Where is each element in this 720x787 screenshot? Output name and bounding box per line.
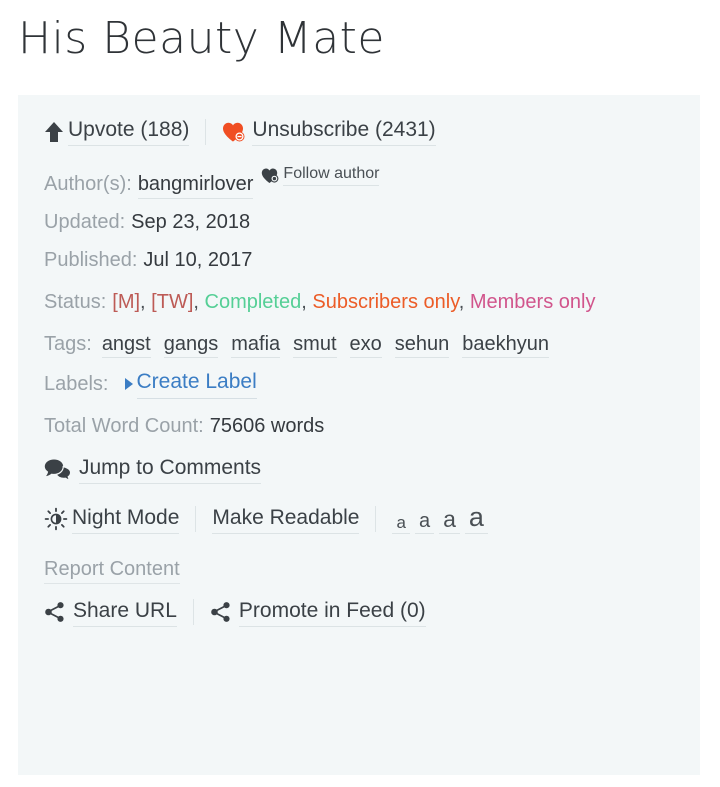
status-separator: ,	[140, 291, 152, 313]
promote-in-feed-label: Promote in Feed (0)	[238, 598, 426, 627]
published-value: Jul 10, 2017	[143, 249, 253, 271]
story-info-panel: Upvote (188) Unsubscribe (2431) Author(s…	[18, 95, 700, 775]
top-actions-bar: Upvote (188) Unsubscribe (2431)	[44, 117, 676, 147]
tag-item[interactable]: gangs	[163, 333, 219, 358]
triangle-right-icon	[124, 378, 133, 390]
tags-label: Tags:	[44, 333, 92, 355]
brightness-sun-icon	[44, 507, 68, 531]
upvote-label: Upvote (188)	[68, 118, 190, 146]
create-label-text: Create Label	[136, 369, 257, 399]
word-count-value: 75606 words	[209, 415, 325, 437]
author-label: Author(s):	[44, 173, 132, 195]
upvote-button[interactable]: Upvote (188)	[44, 118, 190, 146]
reading-divider-2	[375, 506, 377, 532]
status-item[interactable]: [TW]	[151, 291, 193, 313]
tag-item[interactable]: mafia	[231, 333, 281, 358]
published-row: Published: Jul 10, 2017	[44, 245, 676, 275]
reading-divider-1	[195, 506, 197, 532]
tag-item[interactable]: angst	[101, 333, 151, 358]
heart-badge-icon	[261, 167, 280, 184]
share-nodes-icon	[44, 601, 66, 623]
make-readable-button[interactable]: Make Readable	[212, 505, 360, 534]
updated-value: Sep 23, 2018	[131, 211, 251, 233]
author-row: Author(s): bangmirlover Follow author	[44, 165, 676, 199]
tag-item[interactable]: exo	[349, 333, 382, 358]
labels-label: Labels:	[44, 373, 109, 395]
status-item[interactable]: [M]	[112, 291, 140, 313]
status-item[interactable]: Subscribers only	[312, 291, 458, 313]
status-separator: ,	[458, 291, 470, 313]
promote-in-feed-button[interactable]: Promote in Feed (0)	[210, 598, 426, 627]
action-divider	[205, 119, 207, 145]
unsubscribe-label: Unsubscribe (2431)	[252, 118, 436, 146]
share-nodes-icon	[210, 601, 232, 623]
tag-item[interactable]: sehun	[394, 333, 450, 358]
jump-to-comments-button[interactable]: Jump to Comments	[44, 455, 262, 484]
font-size-controls: aaaa	[392, 504, 492, 534]
follow-author-label: Follow author	[283, 165, 380, 186]
share-bar: Share URL Promote in Feed (0)	[44, 596, 676, 628]
word-count-label: Total Word Count:	[44, 415, 204, 437]
status-item[interactable]: Completed	[205, 291, 302, 313]
page-title: His Beauty Mate	[18, 13, 385, 64]
tags-row: Tags: angst gangs mafia smut exo sehun baekhyu…	[44, 329, 676, 359]
word-count-row: Total Word Count: 75606 words	[44, 411, 676, 441]
report-content-button[interactable]: Report Content	[44, 558, 180, 584]
reading-controls-bar: Night Mode Make Readable aaaa	[44, 502, 676, 536]
heart-minus-icon	[222, 121, 246, 143]
status-separator: ,	[301, 291, 313, 313]
share-url-label: Share URL	[73, 598, 177, 627]
font-size-button-1[interactable]: a	[392, 514, 410, 534]
updated-row: Updated: Sep 23, 2018	[44, 207, 676, 237]
speech-bubbles-icon	[44, 458, 72, 481]
labels-row: Labels: Create Label	[44, 369, 676, 399]
tag-item[interactable]: smut	[293, 333, 337, 358]
unsubscribe-button[interactable]: Unsubscribe (2431)	[222, 118, 436, 146]
create-label-button[interactable]: Create Label	[124, 369, 257, 399]
jump-to-comments-label: Jump to Comments	[79, 455, 262, 484]
status-item[interactable]: Members only	[470, 291, 596, 313]
status-row: Status: [M], [TW], Completed, Subscribers…	[44, 283, 676, 321]
share-divider	[192, 599, 194, 625]
font-size-button-4[interactable]: a	[464, 504, 488, 534]
status-separator: ,	[193, 291, 205, 313]
night-mode-label: Night Mode	[72, 505, 180, 534]
author-name-link[interactable]: bangmirlover	[137, 173, 254, 199]
font-size-button-2[interactable]: a	[414, 511, 435, 534]
story-info-page: His Beauty Mate Upvote (188) Unsubscribe…	[0, 0, 720, 787]
tag-item[interactable]: baekhyun	[462, 333, 549, 358]
arrow-up-icon	[44, 121, 64, 143]
report-row: Report Content	[44, 556, 676, 584]
share-url-button[interactable]: Share URL	[44, 598, 177, 627]
status-items: [M], [TW], Completed, Subscribers only, …	[112, 291, 595, 313]
night-mode-button[interactable]: Night Mode	[44, 505, 180, 534]
status-label: Status:	[44, 291, 107, 313]
tag-list: angst gangs mafia smut exo sehun baekhyun	[101, 329, 562, 359]
updated-label: Updated:	[44, 211, 126, 233]
font-size-button-3[interactable]: a	[439, 508, 460, 534]
follow-author-button[interactable]: Follow author	[261, 165, 380, 186]
published-label: Published:	[44, 249, 138, 271]
